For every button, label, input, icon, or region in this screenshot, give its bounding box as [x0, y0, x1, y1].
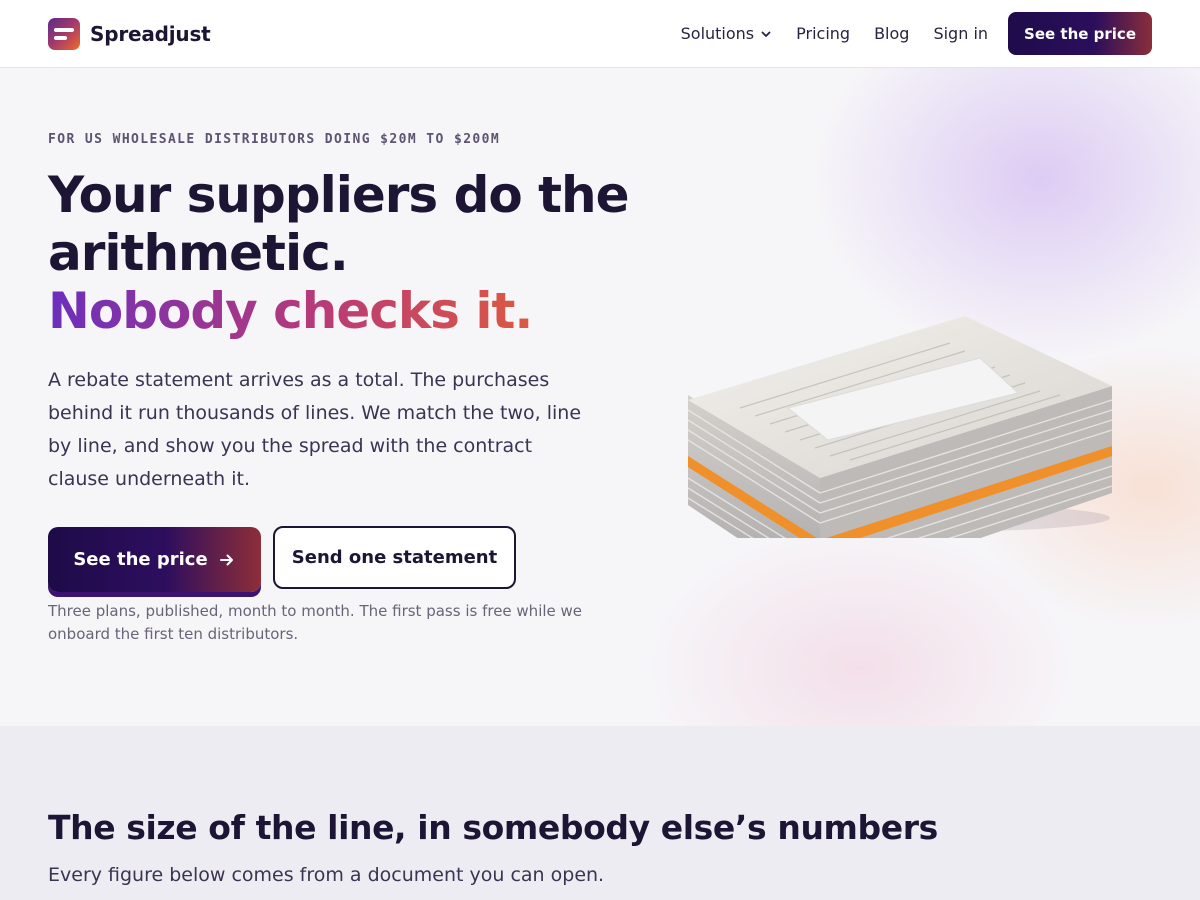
nav-pricing[interactable]: Pricing [796, 24, 850, 43]
section-subtitle: Every figure below comes from a document… [48, 864, 605, 886]
see-price-button-label: See the price [73, 549, 208, 570]
main-nav: Solutions Pricing Blog Sign in See the p… [681, 12, 1152, 55]
nav-sign-in[interactable]: Sign in [933, 24, 988, 43]
hero-headline-accent: Nobody checks it. [48, 282, 648, 340]
hero-eyebrow: FOR US WHOLESALE DISTRIBUTORS DOING $20M… [48, 132, 501, 147]
section-title: The size of the line, in somebody else’s… [48, 808, 938, 847]
hero-headline-main: Your suppliers do the arithmetic. [48, 166, 630, 282]
brand[interactable]: Spreadjust [48, 17, 211, 50]
nav-solutions-label: Solutions [680, 24, 755, 43]
hero-headline: Your suppliers do the arithmetic. Nobody… [48, 166, 648, 340]
hero-lede: A rebate statement arrives as a total. T… [48, 369, 582, 490]
hero-section: FOR US WHOLESALE DISTRIBUTORS DOING $20M… [0, 68, 1200, 726]
brand-name: Spreadjust [90, 21, 211, 46]
paper-stack-image [687, 316, 1113, 538]
pricing-note: Three plans, published, month to month. … [48, 602, 583, 643]
send-statement-button[interactable]: Send one statement [273, 526, 516, 589]
site-header: Spreadjust Solutions Pricing Blog Sign i… [0, 0, 1200, 68]
header-see-price-button[interactable]: See the price [1008, 12, 1152, 55]
see-price-button[interactable]: See the price [48, 527, 261, 592]
logo-icon [48, 17, 80, 50]
chevron-down-icon [761, 31, 771, 37]
arrow-right-icon [219, 554, 233, 565]
stats-section: The size of the line, in somebody else’s… [0, 726, 1200, 900]
nav-blog[interactable]: Blog [874, 24, 909, 43]
nav-solutions[interactable]: Solutions [681, 24, 773, 43]
